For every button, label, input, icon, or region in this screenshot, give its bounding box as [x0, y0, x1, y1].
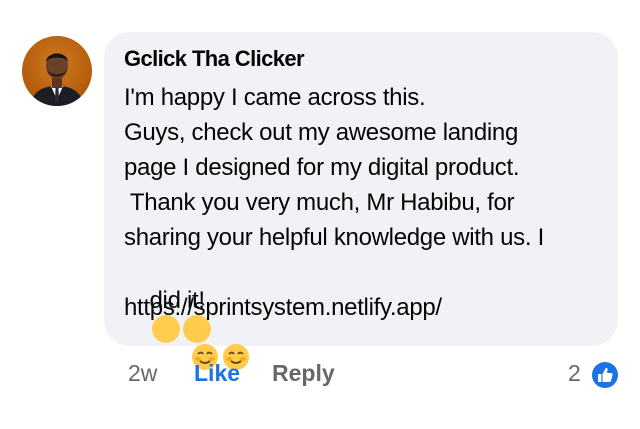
comment-text-line: I'm happy I came across this. — [124, 84, 426, 111]
comment-author[interactable]: Gclick Tha Clicker — [124, 46, 305, 72]
reaction-count[interactable]: 2 — [568, 360, 581, 387]
comment-bubble: Gclick Tha Clicker I'm happy I came acro… — [104, 32, 618, 370]
person-portrait-icon — [29, 53, 85, 106]
reply-button[interactable]: Reply — [272, 360, 335, 387]
comment-text-line-with-emoji: did it! — [124, 259, 249, 429]
comment-link[interactable]: https://sprintsystem.netlify.app/ — [124, 294, 442, 322]
comment-text-line: sharing your helpful knowledge with us. … — [124, 224, 544, 251]
comment-text-line: page I designed for my digital product. — [124, 154, 520, 181]
comment-text-line: Thank you very much, Mr Habibu, for — [124, 189, 515, 216]
avatar[interactable] — [22, 36, 92, 106]
like-button[interactable]: Like — [194, 360, 240, 387]
comment-timestamp[interactable]: 2w — [128, 360, 157, 387]
comment-text-line: Guys, check out my awesome landing — [124, 119, 518, 146]
like-thumb-icon[interactable] — [592, 362, 618, 388]
